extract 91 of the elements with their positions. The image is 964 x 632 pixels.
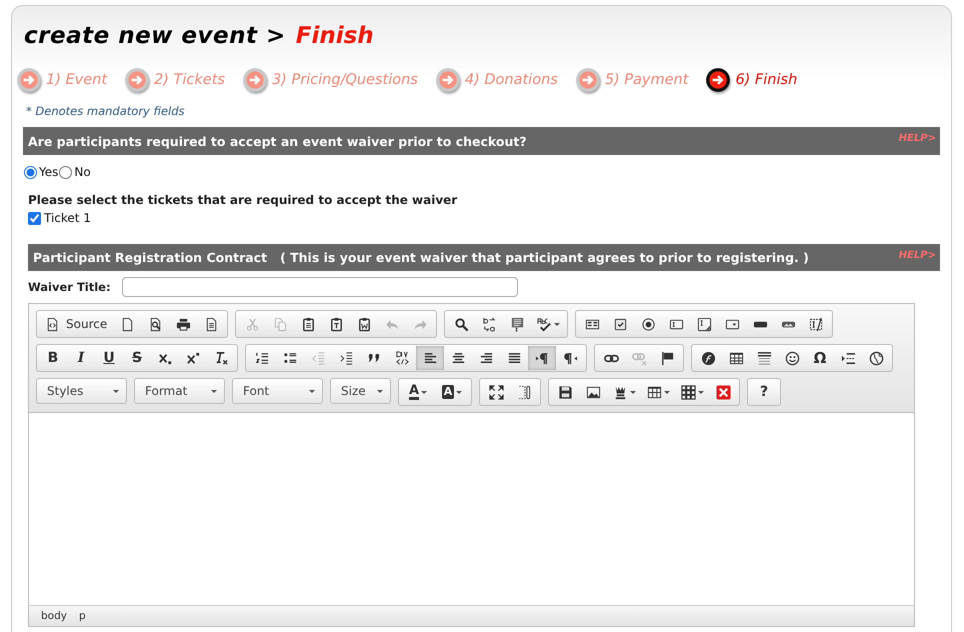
- caret-icon: [698, 390, 704, 394]
- search-icon: [454, 316, 469, 332]
- arrow-circle-icon: [242, 67, 268, 93]
- hidden-field-icon: [808, 316, 824, 332]
- dropdown-field[interactable]: Format: [134, 378, 225, 404]
- arrow-circle-icon: [574, 67, 601, 93]
- clipboard-icon: [328, 316, 344, 332]
- format-button[interactable]: I: [67, 346, 95, 370]
- align-left-icon: [422, 350, 438, 366]
- arrow-circle-icon: [16, 67, 42, 93]
- caret-icon: [554, 322, 560, 326]
- background-color-button[interactable]: A: [435, 380, 469, 404]
- numbered-list-icon: [254, 350, 270, 366]
- ticket-prompt: Please select the tickets that are required to accept the waiver: [28, 193, 458, 207]
- globe-icon: [868, 350, 884, 366]
- arrow-circle-icon: [434, 67, 461, 93]
- caret-icon: [377, 390, 383, 392]
- element-path-link[interactable]: p: [78, 610, 86, 622]
- dot-circle-icon: [640, 316, 656, 332]
- replace-icon: [482, 316, 497, 332]
- maximize-icon: [488, 384, 504, 400]
- printer-icon: [176, 316, 191, 332]
- table-icon: [728, 350, 744, 366]
- ltr-button[interactable]: [528, 346, 556, 370]
- radio-label: No: [74, 165, 91, 179]
- caret-icon: [664, 390, 670, 394]
- dropdown-field[interactable]: Font: [232, 378, 323, 404]
- arrow-circle-icon: [705, 67, 732, 93]
- radio-button[interactable]: [59, 166, 72, 178]
- grid-icon: [680, 384, 696, 400]
- select-all-icon: [510, 316, 525, 332]
- text-area-icon: [696, 316, 712, 332]
- flag-icon: [660, 350, 674, 366]
- source-button[interactable]: Source: [39, 312, 114, 336]
- format-button[interactable]: ?: [750, 380, 778, 404]
- copy-icon: [272, 316, 288, 332]
- scissors-icon: [244, 316, 260, 332]
- save-icon: [558, 384, 572, 400]
- section-note: ( This is your event waiver that participant agrees to prior to registering. ): [280, 250, 809, 265]
- page-break-icon: [840, 350, 856, 366]
- caret-icon: [309, 390, 315, 392]
- format-button[interactable]: Ω: [806, 346, 834, 370]
- dropdown-field[interactable]: Size: [330, 378, 391, 404]
- caret-icon: [211, 390, 217, 392]
- section-heading: Participant Registration Contract: [33, 250, 268, 265]
- align-left-button[interactable]: [416, 346, 444, 370]
- rtl-icon: [562, 350, 578, 366]
- caret-icon: [113, 390, 119, 392]
- table-icon: [646, 384, 662, 400]
- radio-label: Yes: [39, 165, 58, 179]
- unlink-icon: [632, 350, 646, 366]
- clipboard-icon: [356, 316, 372, 332]
- radio-button[interactable]: [24, 166, 37, 178]
- align-right-icon: [478, 350, 494, 366]
- delete-icon: [716, 384, 730, 400]
- field-label: Waiver Title:: [28, 280, 112, 294]
- current-step-title: Finish: [296, 23, 374, 49]
- div-icon: [394, 350, 410, 366]
- format-button[interactable]: U: [95, 346, 123, 370]
- dropdown-field[interactable]: Styles: [36, 378, 127, 404]
- square-mark-icon: [612, 316, 628, 332]
- superscript-icon: [186, 350, 200, 366]
- bulleted-list-icon: [282, 350, 298, 366]
- checkbox-label: Ticket 1: [44, 211, 91, 225]
- waiver-title-field[interactable]: [122, 277, 518, 297]
- page-title: create new event >: [24, 23, 286, 49]
- ltr-icon: [534, 350, 550, 366]
- element-path-link[interactable]: body: [41, 610, 67, 622]
- mandatory-note: * Denotes mandatory fields: [26, 104, 186, 119]
- show-blocks-icon: [516, 384, 532, 400]
- source-icon: [45, 316, 60, 332]
- image-icon: [586, 384, 600, 400]
- step-link[interactable]: 6) Finish: [735, 72, 798, 88]
- caret-icon: [456, 390, 462, 394]
- align-center-icon: [450, 350, 466, 366]
- flash-icon: [700, 350, 716, 366]
- checkbox[interactable]: [28, 212, 41, 224]
- caret-icon: [630, 390, 636, 394]
- outdent-icon: [310, 350, 326, 366]
- smiley-icon: [784, 350, 800, 366]
- clipboard-icon: [300, 316, 316, 332]
- text-color-button[interactable]: A: [401, 380, 435, 404]
- format-button[interactable]: B: [39, 346, 67, 370]
- arrow-circle-icon: [124, 67, 150, 93]
- horizontal-rule-icon: [756, 350, 772, 366]
- spellcheck-icon: [536, 316, 552, 332]
- indent-icon: [338, 350, 354, 366]
- justify-icon: [506, 350, 522, 366]
- caret-icon: [421, 390, 428, 394]
- format-button[interactable]: S: [123, 346, 151, 370]
- section-heading: Are participants required to accept an event waiver prior to checkout?: [28, 134, 527, 148]
